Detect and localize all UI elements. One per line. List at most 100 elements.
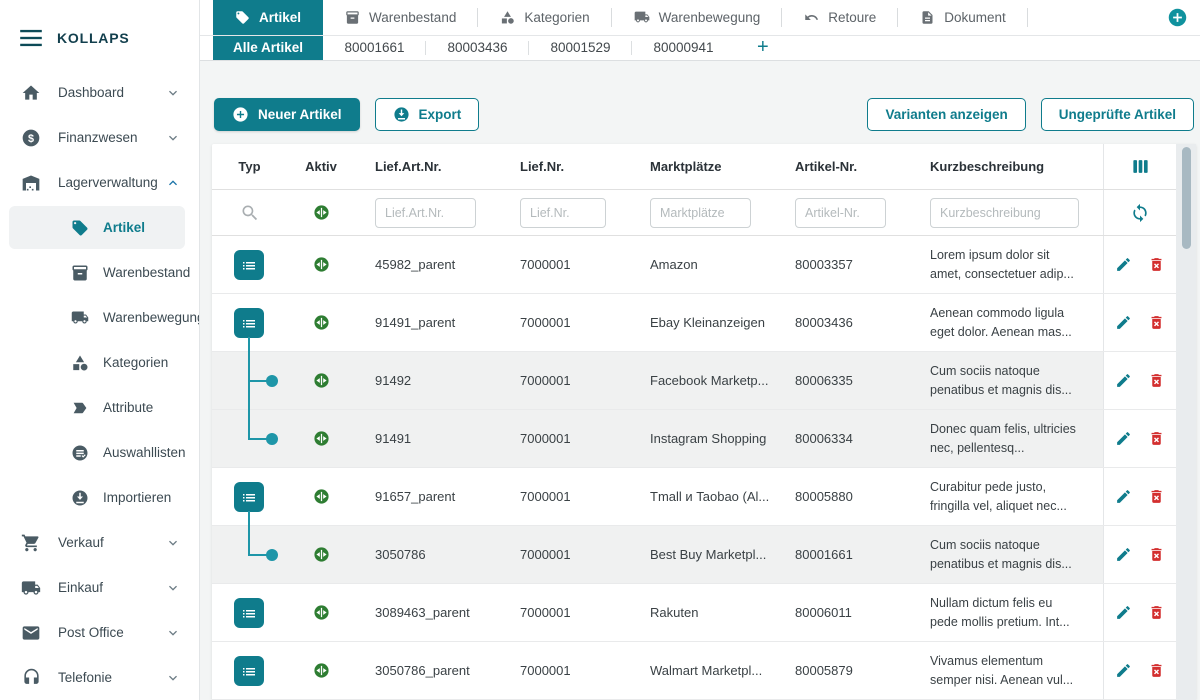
- column-header-lief-art-nr[interactable]: Lief.Art.Nr.: [355, 159, 500, 174]
- hamburger-menu-icon[interactable]: [20, 29, 42, 47]
- parent-list-icon[interactable]: [234, 308, 264, 338]
- parent-list-icon[interactable]: [234, 598, 264, 628]
- return-arrow-icon: [804, 10, 819, 25]
- table-scrollbar-thumb[interactable]: [1182, 147, 1191, 249]
- sidebar-item-warenbestand[interactable]: Warenbestand: [0, 250, 199, 295]
- delete-icon[interactable]: [1148, 604, 1165, 621]
- tab-retoure[interactable]: Retoure: [782, 0, 898, 35]
- artikel-nr-value: 80001661: [775, 547, 910, 562]
- active-status-icon: [313, 604, 330, 621]
- delete-icon[interactable]: [1148, 546, 1165, 563]
- sidebar-item-finanzwesen[interactable]: Finanzwesen: [0, 115, 199, 160]
- lief-nr-value: 7000001: [500, 547, 630, 562]
- sidebar-item-label: Lagerverwaltung: [58, 175, 158, 190]
- delete-icon[interactable]: [1148, 488, 1165, 505]
- truck-icon: [634, 9, 650, 25]
- parent-list-icon[interactable]: [234, 656, 264, 686]
- sidebar-item-auswahllisten[interactable]: Auswahllisten: [0, 430, 199, 475]
- table-row[interactable]: 3089463_parent 7000001 Rakuten 80006011 …: [212, 584, 1176, 642]
- table-row[interactable]: 91657_parent 7000001 Tmall и Taobao (Al.…: [212, 468, 1176, 526]
- sidebar-item-post-office[interactable]: Post Office: [0, 610, 199, 655]
- sidebar-item-telefonie[interactable]: Telefonie: [0, 655, 199, 700]
- add-subtab-icon[interactable]: +: [735, 36, 775, 60]
- table-scrollbar-track[interactable]: [1176, 144, 1196, 700]
- parent-list-icon[interactable]: [234, 482, 264, 512]
- column-header-marktplaetze[interactable]: Marktplätze: [630, 159, 775, 174]
- column-header-typ[interactable]: Typ: [212, 144, 287, 189]
- lief-nr-filter-input[interactable]: [520, 198, 606, 228]
- artikel-nr-filter-input[interactable]: [795, 198, 886, 228]
- tab-artikel[interactable]: Artikel: [213, 0, 323, 35]
- sidebar-item-attribute[interactable]: Attribute: [0, 385, 199, 430]
- edit-icon[interactable]: [1115, 546, 1132, 563]
- edit-icon[interactable]: [1115, 256, 1132, 273]
- sidebar-item-label: Einkauf: [58, 580, 103, 595]
- delete-icon[interactable]: [1148, 372, 1165, 389]
- column-header-kurzbeschreibung[interactable]: Kurzbeschreibung: [910, 159, 1103, 174]
- delete-icon[interactable]: [1148, 256, 1165, 273]
- chevron-up-icon: [165, 175, 181, 191]
- kurzbeschreibung-value: Aenean commodo ligula eget dolor. Aenean…: [910, 304, 1103, 340]
- show-variants-button[interactable]: Varianten anzeigen: [867, 98, 1025, 131]
- column-header-aktiv[interactable]: Aktiv: [287, 144, 355, 189]
- tab-kategorien[interactable]: Kategorien: [478, 0, 611, 35]
- delete-icon[interactable]: [1148, 430, 1165, 447]
- add-tab-icon[interactable]: [1167, 7, 1188, 28]
- subtab-article-4[interactable]: 80000941: [632, 36, 735, 60]
- kurzbeschreibung-value: Donec quam felis, ultricies nec, pellent…: [910, 420, 1103, 456]
- chevron-down-icon: [165, 130, 181, 146]
- app-window: KOLLAPS Dashboard Finanzwesen Lagerverwa…: [0, 0, 1200, 700]
- new-article-button[interactable]: Neuer Artikel: [214, 98, 360, 131]
- edit-icon[interactable]: [1115, 662, 1132, 679]
- unverified-articles-button[interactable]: Ungeprüfte Artikel: [1041, 98, 1194, 131]
- kurzbeschreibung-filter-input[interactable]: [930, 198, 1079, 228]
- subtab-article-1[interactable]: 80001661: [323, 36, 426, 60]
- subtab-article-2[interactable]: 80003436: [426, 36, 529, 60]
- lief-art-nr-filter-input[interactable]: [375, 198, 476, 228]
- table-row[interactable]: 45982_parent 7000001 Amazon 80003357 Lor…: [212, 236, 1176, 294]
- edit-icon[interactable]: [1115, 488, 1132, 505]
- truck-icon: [71, 309, 89, 327]
- refresh-icon[interactable]: [1130, 203, 1150, 223]
- table-row[interactable]: 3050786_parent 7000001 Walmart Marketpl.…: [212, 642, 1176, 700]
- lief-art-nr-value: 91491: [355, 431, 500, 446]
- delete-icon[interactable]: [1148, 662, 1165, 679]
- filter-typ-cell: [212, 190, 287, 235]
- search-icon[interactable]: [240, 203, 260, 223]
- edit-icon[interactable]: [1115, 372, 1132, 389]
- sidebar-item-label: Verkauf: [58, 535, 104, 550]
- shapes-icon: [500, 10, 515, 25]
- subtab-alle-artikel[interactable]: Alle Artikel: [213, 36, 323, 60]
- columns-icon[interactable]: [1131, 157, 1150, 176]
- artikel-nr-value: 80006011: [775, 605, 910, 620]
- sidebar-item-warenbewegung[interactable]: Warenbewegung: [0, 295, 199, 340]
- sidebar-item-importieren[interactable]: Importieren: [0, 475, 199, 520]
- sidebar-item-dashboard[interactable]: Dashboard: [0, 70, 199, 115]
- column-header-lief-nr[interactable]: Lief.Nr.: [500, 159, 630, 174]
- table-row-child[interactable]: 91492 7000001 Facebook Marketp... 800063…: [212, 352, 1176, 410]
- sidebar-item-lagerverwaltung[interactable]: Lagerverwaltung: [0, 160, 199, 205]
- sidebar-item-artikel[interactable]: Artikel: [0, 205, 199, 250]
- parent-list-icon[interactable]: [234, 250, 264, 280]
- sidebar-item-einkauf[interactable]: Einkauf: [0, 565, 199, 610]
- active-toggle-icon[interactable]: [313, 204, 330, 221]
- sidebar-item-verkauf[interactable]: Verkauf: [0, 520, 199, 565]
- sidebar-item-kategorien[interactable]: Kategorien: [0, 340, 199, 385]
- table-header-row: Typ Aktiv Lief.Art.Nr. Lief.Nr. Marktplä…: [212, 144, 1176, 190]
- edit-icon[interactable]: [1115, 604, 1132, 621]
- edit-icon[interactable]: [1115, 314, 1132, 331]
- tab-warenbestand[interactable]: Warenbestand: [323, 0, 478, 35]
- table-row[interactable]: 91491_parent 7000001 Ebay Kleinanzeigen …: [212, 294, 1176, 352]
- table-row-child[interactable]: 91491 7000001 Instagram Shopping 8000633…: [212, 410, 1176, 468]
- subtab-article-3[interactable]: 80001529: [529, 36, 632, 60]
- table-row-child[interactable]: 3050786 7000001 Best Buy Marketpl... 800…: [212, 526, 1176, 584]
- tab-warenbewegung[interactable]: Warenbewegung: [612, 0, 783, 35]
- export-button[interactable]: Export: [375, 98, 480, 131]
- marktplaetze-filter-input[interactable]: [650, 198, 751, 228]
- tab-dokument[interactable]: Dokument: [898, 0, 1028, 35]
- artikel-nr-value: 80006335: [775, 373, 910, 388]
- delete-icon[interactable]: [1148, 314, 1165, 331]
- edit-icon[interactable]: [1115, 430, 1132, 447]
- toolbar: Neuer Artikel Export Varianten anzeigen …: [214, 98, 1194, 131]
- column-header-artikel-nr[interactable]: Artikel-Nr.: [775, 159, 910, 174]
